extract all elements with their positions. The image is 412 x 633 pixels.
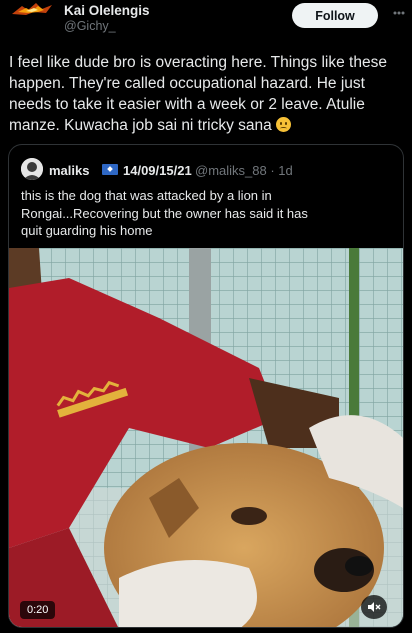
more-options-icon[interactable]	[392, 6, 406, 20]
avatar-portrait-icon	[21, 158, 43, 180]
quoted-post-text: this is the dog that was attacked by a l…	[21, 188, 308, 238]
video-player[interactable]: 0:20	[9, 248, 403, 627]
author-handle[interactable]: @Gichy_	[64, 19, 116, 33]
worried-face-emoji	[276, 117, 292, 132]
quoted-author-avatar[interactable]	[21, 158, 43, 180]
quoted-author-handle[interactable]: @maliks_88 · 1d	[195, 163, 293, 178]
post-text: I feel like dude bro is overacting here.…	[9, 52, 405, 136]
quoted-author-name[interactable]: maliks	[49, 163, 89, 178]
quoted-post[interactable]: maliks 14/09/15/21 @maliks_88 · 1d this …	[8, 144, 404, 628]
speaker-muted-icon[interactable]	[361, 595, 387, 619]
video-frame	[9, 248, 403, 627]
video-duration: 0:20	[20, 601, 56, 619]
fire-avatar-icon	[10, 0, 54, 18]
follow-button[interactable]: Follow	[292, 3, 378, 28]
post-body: I feel like dude bro is overacting here.…	[9, 54, 387, 134]
quoted-author-date-label: 14/09/15/21	[123, 163, 192, 178]
author-name[interactable]: Kai Olelengis	[64, 3, 150, 18]
somalia-flag-icon	[102, 164, 118, 175]
author-avatar[interactable]	[10, 0, 54, 18]
post-header: Kai Olelengis @Gichy_ Follow	[0, 0, 412, 36]
